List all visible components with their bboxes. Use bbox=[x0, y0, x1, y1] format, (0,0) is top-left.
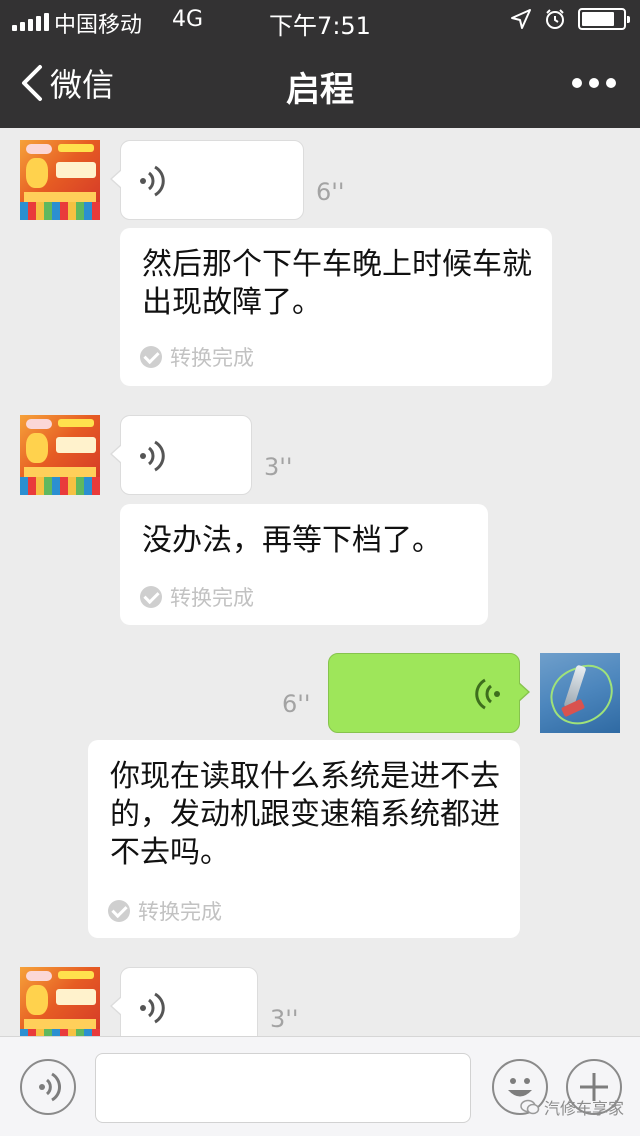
voice-mode-icon bbox=[39, 1072, 62, 1102]
more-icon bbox=[572, 78, 582, 88]
voice-duration: 3'' bbox=[270, 1005, 299, 1033]
nav-bar: 微信 启程 bbox=[0, 40, 640, 128]
status-icons bbox=[510, 8, 630, 30]
voice-transcript[interactable]: 然后那个下午车晚上时候车就出现故障了。 转换完成 bbox=[120, 228, 552, 386]
voice-duration: 6'' bbox=[282, 690, 311, 718]
transcript-status: 转换完成 bbox=[108, 896, 222, 926]
transcript-status-label: 转换完成 bbox=[170, 346, 254, 370]
voice-mode-button[interactable] bbox=[20, 1059, 76, 1115]
voice-transcript[interactable]: 没办法，再等下档了。 转换完成 bbox=[120, 504, 488, 625]
user-avatar[interactable] bbox=[540, 653, 620, 733]
transcript-status-label: 转换完成 bbox=[170, 586, 254, 610]
transcript-text: 然后那个下午车晚上时候车就出现故障了。 bbox=[142, 247, 532, 320]
voice-duration: 6'' bbox=[316, 178, 345, 206]
watermark-text: 汽修车享家 bbox=[543, 1099, 624, 1118]
chat-area[interactable]: 6'' 然后那个下午车晚上时候车就出现故障了。 转换完成 3'' 没办法，再等下… bbox=[0, 128, 640, 1036]
transcript-status: 转换完成 bbox=[140, 342, 254, 372]
voice-message-bubble-outgoing[interactable] bbox=[328, 653, 530, 733]
voice-duration: 3'' bbox=[264, 453, 293, 481]
message-input[interactable] bbox=[95, 1053, 471, 1123]
input-bar: 汽修车享家 bbox=[0, 1036, 640, 1136]
voice-wave-icon bbox=[140, 992, 165, 1024]
check-icon bbox=[140, 586, 162, 608]
transcript-status-label: 转换完成 bbox=[138, 900, 222, 924]
more-button[interactable] bbox=[572, 78, 616, 88]
check-icon bbox=[108, 900, 130, 922]
voice-message-bubble[interactable] bbox=[110, 415, 252, 495]
check-icon bbox=[140, 346, 162, 368]
voice-transcript[interactable]: 你现在读取什么系统是进不去的，发动机跟变速箱系统都进不去吗。 转换完成 bbox=[88, 740, 520, 938]
alarm-icon bbox=[546, 9, 564, 29]
voice-wave-icon bbox=[475, 678, 500, 710]
voice-message-bubble[interactable] bbox=[110, 140, 304, 220]
voice-message-bubble[interactable] bbox=[110, 967, 258, 1036]
contact-avatar[interactable] bbox=[20, 967, 100, 1036]
status-bar: 中国移动 4G 下午7:51 bbox=[0, 0, 640, 40]
transcript-text: 你现在读取什么系统是进不去的，发动机跟变速箱系统都进不去吗。 bbox=[110, 759, 500, 870]
contact-avatar[interactable] bbox=[20, 415, 100, 495]
voice-wave-icon bbox=[140, 165, 165, 197]
chat-title: 启程 bbox=[286, 70, 354, 110]
battery-icon bbox=[578, 8, 630, 30]
contact-avatar[interactable] bbox=[20, 140, 100, 220]
watermark: 汽修车享家 bbox=[520, 1095, 624, 1119]
voice-wave-icon bbox=[140, 440, 165, 472]
transcript-status: 转换完成 bbox=[140, 582, 254, 612]
transcript-text: 没办法，再等下档了。 bbox=[142, 523, 442, 558]
wechat-logo-icon bbox=[520, 1099, 540, 1115]
location-arrow-icon bbox=[511, 9, 531, 29]
top-bar: 中国移动 4G 下午7:51 微信 启程 bbox=[0, 0, 640, 128]
